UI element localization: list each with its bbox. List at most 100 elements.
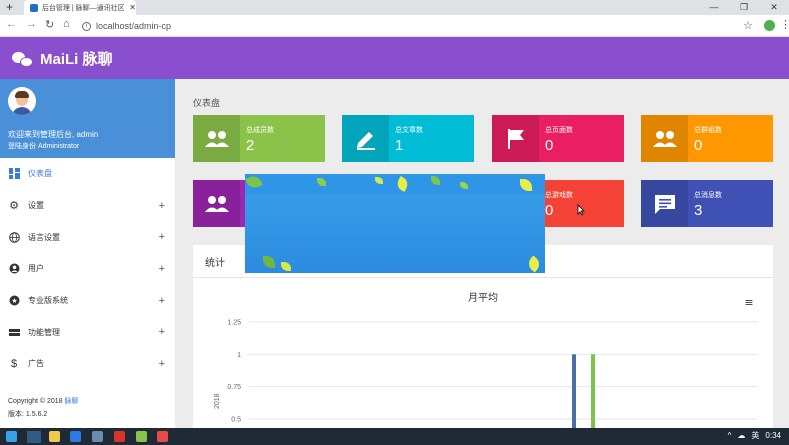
svg-text:★: ★	[11, 297, 17, 305]
popup-overlay[interactable]	[245, 174, 545, 273]
avatar[interactable]	[8, 87, 36, 115]
stat-label: 总消息数	[694, 192, 722, 199]
sidebar-item-features[interactable]: 功能管理 +	[0, 316, 175, 348]
chart-bar[interactable]	[572, 354, 576, 429]
browser-menu-icon[interactable]: ⋮	[780, 18, 789, 31]
message-icon	[641, 180, 688, 227]
expand-icon[interactable]: +	[159, 326, 165, 338]
app-header: MaiLi 脉聊	[0, 37, 789, 79]
stat-label: 总页面数	[545, 127, 573, 134]
address-bar: ← → ↻ ⌂ i localhost/admin-cp ☆ ⋮	[0, 15, 789, 37]
minimize-icon[interactable]: —	[699, 0, 729, 15]
close-window-icon[interactable]: ✕	[759, 0, 789, 15]
leaf-decoration	[281, 262, 291, 271]
version-text: 版本: 1.5.6.2	[8, 411, 48, 418]
statistics-panel: 统计 月平均 ≡ 1.25 1 0.75 0.5 2018	[193, 245, 773, 435]
taskview-icon[interactable]	[27, 431, 41, 443]
reload-icon[interactable]: ↻	[45, 18, 54, 31]
back-icon[interactable]: ←	[6, 18, 17, 30]
users-icon	[193, 115, 240, 162]
sidebar-item-label: 设置	[28, 201, 44, 211]
sidebar: 欢迎来到管理后台, admin 登陆身份 Administrator 仪表盘 ⚙…	[0, 79, 175, 428]
copyright-link[interactable]: 脉聊	[65, 398, 79, 405]
sidebar-item-dashboard[interactable]: 仪表盘	[0, 158, 175, 190]
breadcrumb: 仪表盘	[193, 98, 221, 108]
start-icon[interactable]	[6, 431, 17, 442]
explorer-icon[interactable]	[49, 431, 60, 442]
welcome-text: 欢迎来到管理后台, admin	[8, 130, 99, 139]
stat-label: 总游戏数	[545, 192, 573, 199]
app-icon[interactable]	[70, 431, 81, 442]
site-info-icon[interactable]: i	[82, 21, 91, 31]
sidebar-item-users[interactable]: 用户 +	[0, 253, 175, 285]
sidebar-item-settings[interactable]: ⚙ 设置 +	[0, 190, 175, 222]
favicon-icon	[30, 3, 38, 12]
sidebar-item-ads[interactable]: $ 广告 +	[0, 348, 175, 380]
tray-arrow-icon[interactable]: ^	[728, 431, 732, 440]
pencil-icon	[342, 115, 389, 162]
stat-card-pages[interactable]: 总页面数 0	[492, 115, 624, 162]
sidebar-item-label: 广告	[28, 359, 44, 369]
bookmark-star-icon[interactable]: ☆	[743, 19, 753, 32]
monthly-average-chart: 月平均 ≡ 1.25 1 0.75 0.5 2018	[214, 292, 758, 429]
clock-text[interactable]: 0:34	[765, 431, 781, 440]
url-field[interactable]: i localhost/admin-cp	[82, 18, 171, 34]
extension-icon[interactable]	[764, 20, 775, 31]
sidebar-item-label: 仪表盘	[28, 169, 52, 179]
expand-icon[interactable]: +	[159, 263, 165, 275]
leaf-decoration	[460, 182, 468, 189]
sidebar-item-pro[interactable]: ★ 专业版系统 +	[0, 285, 175, 317]
users-icon	[193, 180, 240, 227]
gear-icon: ⚙	[9, 200, 19, 213]
system-tray: ^ ☁ 英 0:34	[728, 430, 781, 441]
ime-text[interactable]: 英	[751, 430, 759, 441]
stat-card-members[interactable]: 总成员数 2	[193, 115, 325, 162]
brand-name: MaiLi 脉聊	[40, 51, 113, 68]
stat-value: 0	[545, 137, 554, 154]
app-icon[interactable]	[157, 431, 168, 442]
windows-taskbar: ^ ☁ 英 0:34	[0, 428, 789, 445]
role-text: 登陆身份 Administrator	[8, 143, 80, 150]
sidebar-footer: Copyright © 2018 脉聊 版本: 1.5.6.2	[8, 395, 79, 421]
sidebar-item-label: 专业版系统	[28, 296, 68, 306]
new-tab-icon[interactable]: +	[6, 1, 13, 13]
expand-icon[interactable]: +	[159, 295, 165, 307]
home-icon[interactable]: ⌂	[63, 18, 70, 30]
mouse-cursor-icon	[577, 204, 585, 216]
stat-card-articles[interactable]: 总文章数 1	[342, 115, 474, 162]
stat-value: 1	[395, 137, 404, 154]
brand-logo[interactable]: MaiLi 脉聊	[12, 48, 113, 69]
dashboard-icon	[8, 168, 20, 180]
stat-card-groups[interactable]: 总群组数 0	[641, 115, 773, 162]
forward-icon[interactable]: →	[26, 18, 37, 30]
stat-value: 0	[694, 137, 703, 154]
expand-icon[interactable]: +	[159, 358, 165, 370]
sidebar-item-language[interactable]: 语言设置 +	[0, 221, 175, 253]
popup-leaf-strip	[245, 174, 545, 194]
network-icon[interactable]: ☁	[737, 431, 745, 440]
expand-icon[interactable]: +	[159, 231, 165, 243]
chart-menu-icon[interactable]: ≡	[744, 296, 753, 309]
chart-ytick-label: 1	[237, 352, 241, 359]
chart-bar[interactable]	[591, 354, 595, 429]
stat-card-messages[interactable]: 总消息数 3	[641, 180, 773, 227]
app-icon[interactable]	[92, 431, 103, 442]
expand-icon[interactable]: +	[159, 200, 165, 212]
list-icon	[8, 326, 20, 338]
chart-ylabel: 2018	[214, 393, 221, 409]
app-icon[interactable]	[136, 431, 147, 442]
close-tab-icon[interactable]: ✕	[129, 3, 136, 12]
tab-title: 后台管理 | 脉聊—通讯社区	[41, 4, 125, 12]
dollar-icon: $	[10, 357, 18, 370]
copyright-text: Copyright © 2018	[8, 398, 63, 405]
browser-tab[interactable]: 后台管理 | 脉聊—通讯社区 ✕	[24, 0, 136, 15]
chart-ytick-label: 1.25	[227, 320, 241, 327]
sidebar-item-label: 功能管理	[28, 327, 60, 337]
user-icon	[8, 263, 20, 275]
app-icon[interactable]	[114, 431, 125, 442]
sidebar-item-label: 语言设置	[28, 232, 60, 242]
sidebar-item-label: 用户	[28, 264, 44, 274]
stat-label: 总文章数	[395, 127, 423, 134]
star-icon: ★	[8, 295, 20, 307]
restore-icon[interactable]: ❐	[729, 0, 759, 15]
